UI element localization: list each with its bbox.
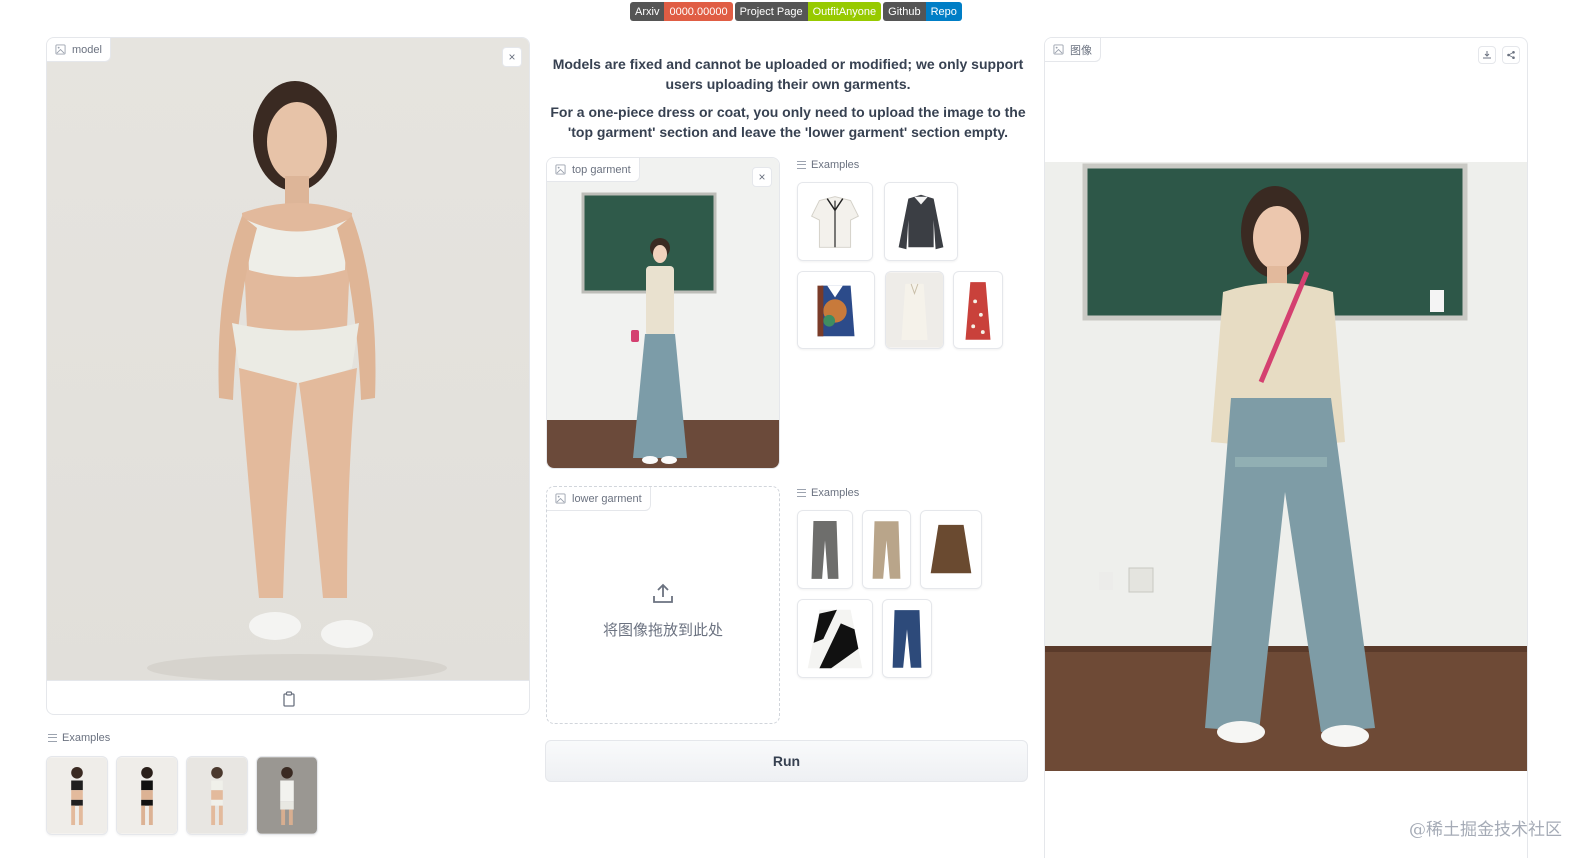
top-examples-text: Examples bbox=[811, 159, 860, 171]
model-example-image bbox=[257, 757, 317, 834]
image-icon bbox=[55, 44, 66, 55]
model-photo bbox=[47, 38, 529, 680]
model-example-image bbox=[117, 757, 177, 834]
badge-row: Arxiv 0000.00000 Project Page OutfitAnyo… bbox=[630, 2, 962, 21]
share-icon[interactable] bbox=[1502, 46, 1520, 64]
output-label-text: 图像 bbox=[1070, 44, 1092, 57]
lower-example-4[interactable] bbox=[797, 599, 873, 678]
info-note-models: Models are fixed and cannot be uploaded … bbox=[552, 56, 1024, 92]
badge-left: Github bbox=[883, 2, 926, 21]
badge-right: Repo bbox=[925, 2, 962, 21]
top-examples-label: Examples bbox=[797, 159, 859, 171]
lower-examples-label: Examples bbox=[797, 487, 859, 499]
model-label: model bbox=[47, 38, 111, 62]
model-image-panel[interactable]: model × bbox=[46, 37, 530, 715]
top-example-3[interactable] bbox=[797, 271, 875, 349]
top-example-5[interactable] bbox=[953, 271, 1003, 349]
lower-examples-text: Examples bbox=[811, 487, 860, 499]
download-icon[interactable] bbox=[1478, 46, 1496, 64]
lower-example-1[interactable] bbox=[797, 510, 853, 589]
close-icon[interactable]: × bbox=[752, 167, 772, 187]
lower-garment-label-text: lower garment bbox=[572, 492, 642, 505]
list-icon bbox=[797, 489, 806, 497]
lower-example-2[interactable] bbox=[862, 510, 911, 589]
badge-right: 0000.00000 bbox=[664, 2, 733, 21]
lower-garment-label: lower garment bbox=[547, 487, 651, 511]
model-example-3[interactable] bbox=[186, 756, 248, 835]
clipboard-icon[interactable] bbox=[282, 690, 296, 707]
top-example-image bbox=[798, 183, 872, 260]
app-root: Arxiv 0000.00000 Project Page OutfitAnyo… bbox=[0, 0, 1592, 858]
top-example-image bbox=[954, 272, 1002, 348]
model-example-1[interactable] bbox=[46, 756, 108, 835]
model-examples-label: Examples bbox=[48, 732, 110, 744]
badge-left: Arxiv bbox=[630, 2, 665, 21]
top-example-2[interactable] bbox=[884, 182, 958, 261]
top-garment-label-text: top garment bbox=[572, 163, 631, 176]
top-example-image bbox=[885, 183, 957, 260]
lower-example-image bbox=[863, 511, 910, 588]
watermark: @稀土掘金技术社区 bbox=[1409, 820, 1562, 840]
lower-example-image bbox=[883, 600, 931, 677]
lower-example-image bbox=[921, 511, 981, 588]
image-icon bbox=[1053, 44, 1064, 55]
run-button[interactable]: Run bbox=[545, 740, 1028, 782]
model-example-2[interactable] bbox=[116, 756, 178, 835]
image-icon bbox=[555, 164, 566, 175]
info-note-one-piece: For a one-piece dress or coat, you only … bbox=[550, 104, 1026, 140]
lower-garment-dropzone[interactable]: lower garment 将图像拖放到此处 bbox=[546, 486, 780, 724]
model-label-text: model bbox=[72, 43, 102, 56]
output-label: 图像 bbox=[1045, 38, 1101, 62]
output-image-panel: 图像 bbox=[1044, 37, 1528, 858]
image-icon bbox=[555, 493, 566, 504]
arxiv-badge[interactable]: Arxiv 0000.00000 bbox=[630, 2, 733, 21]
top-garment-panel[interactable]: top garment × bbox=[546, 157, 780, 469]
lower-example-3[interactable] bbox=[920, 510, 982, 589]
top-example-4[interactable] bbox=[885, 271, 944, 349]
list-icon bbox=[48, 734, 57, 742]
github-badge[interactable]: Github Repo bbox=[883, 2, 962, 21]
drop-hint: 将图像拖放到此处 bbox=[602, 622, 723, 639]
close-icon[interactable]: × bbox=[502, 47, 522, 67]
top-example-image bbox=[886, 272, 943, 348]
badge-right: OutfitAnyone bbox=[807, 2, 882, 21]
project-page-badge[interactable]: Project Page OutfitAnyone bbox=[734, 2, 882, 21]
model-example-image bbox=[47, 757, 107, 834]
model-toolbar bbox=[47, 680, 529, 714]
list-icon bbox=[797, 161, 806, 169]
model-example-image bbox=[187, 757, 247, 834]
top-example-image bbox=[798, 272, 874, 348]
top-garment-label: top garment bbox=[547, 158, 640, 182]
lower-example-image bbox=[798, 511, 852, 588]
lower-example-image bbox=[798, 600, 872, 677]
badge-left: Project Page bbox=[734, 2, 808, 21]
top-garment-photo bbox=[547, 158, 779, 468]
model-example-4[interactable] bbox=[256, 756, 318, 835]
lower-example-5[interactable] bbox=[882, 599, 932, 678]
top-example-1[interactable] bbox=[797, 182, 873, 261]
output-photo bbox=[1045, 162, 1527, 771]
model-examples-text: Examples bbox=[62, 732, 111, 744]
upload-icon bbox=[653, 583, 673, 603]
